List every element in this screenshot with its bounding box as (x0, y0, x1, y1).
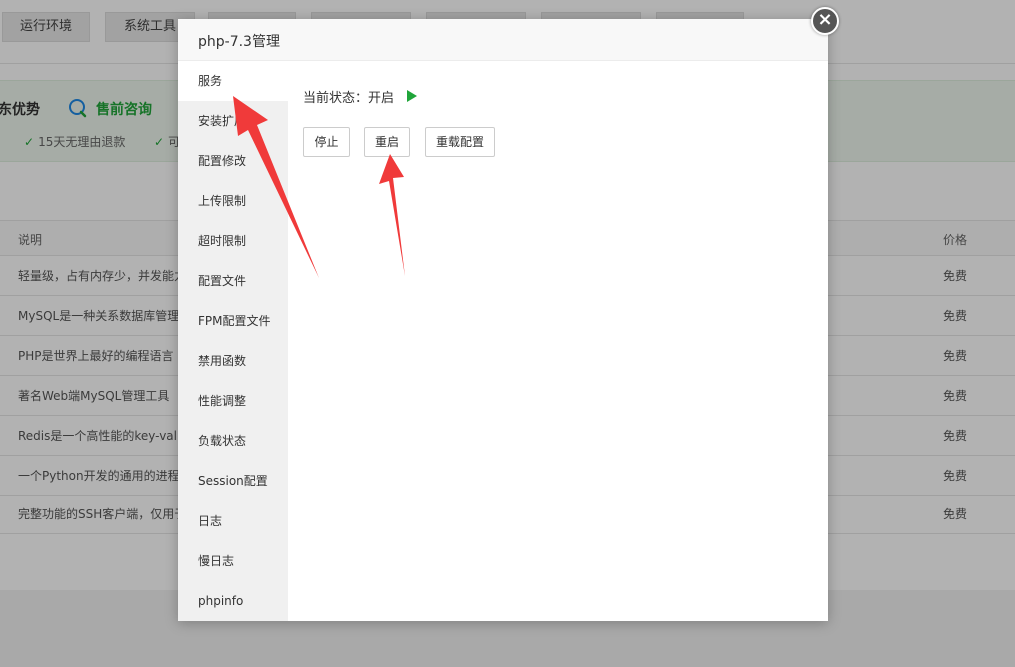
menu-item-log[interactable]: 日志 (178, 501, 288, 541)
reload-config-button[interactable]: 重载配置 (425, 127, 495, 157)
menu-item-install-extension[interactable]: 安装扩展 (178, 101, 288, 141)
close-icon[interactable]: × (811, 7, 839, 35)
restart-button[interactable]: 重启 (364, 127, 410, 157)
menu-item-slow-log[interactable]: 慢日志 (178, 541, 288, 581)
menu-item-service[interactable]: 服务 (178, 61, 288, 101)
php-manage-dialog: php-7.3管理 服务 安装扩展 配置修改 上传限制 超时限制 配置文件 FP… (178, 19, 828, 621)
menu-item-fpm-config[interactable]: FPM配置文件 (178, 301, 288, 341)
service-panel: 当前状态：开启 停止 重启 重载配置 (288, 61, 828, 621)
menu-item-load-status[interactable]: 负载状态 (178, 421, 288, 461)
menu-item-config-file[interactable]: 配置文件 (178, 261, 288, 301)
dialog-title: php-7.3管理 (198, 34, 280, 50)
menu-item-config-edit[interactable]: 配置修改 (178, 141, 288, 181)
menu-item-session-config[interactable]: Session配置 (178, 461, 288, 501)
play-icon (407, 90, 417, 102)
menu-item-upload-limit[interactable]: 上传限制 (178, 181, 288, 221)
menu-item-phpinfo[interactable]: phpinfo (178, 581, 288, 621)
service-status: 当前状态：开启 (303, 91, 395, 106)
stop-button[interactable]: 停止 (303, 127, 350, 157)
dialog-side-menu: 服务 安装扩展 配置修改 上传限制 超时限制 配置文件 FPM配置文件 禁用函数… (178, 61, 288, 621)
dialog-header: php-7.3管理 (178, 19, 828, 61)
menu-item-timeout-limit[interactable]: 超时限制 (178, 221, 288, 261)
menu-item-disabled-functions[interactable]: 禁用函数 (178, 341, 288, 381)
menu-item-performance[interactable]: 性能调整 (178, 381, 288, 421)
